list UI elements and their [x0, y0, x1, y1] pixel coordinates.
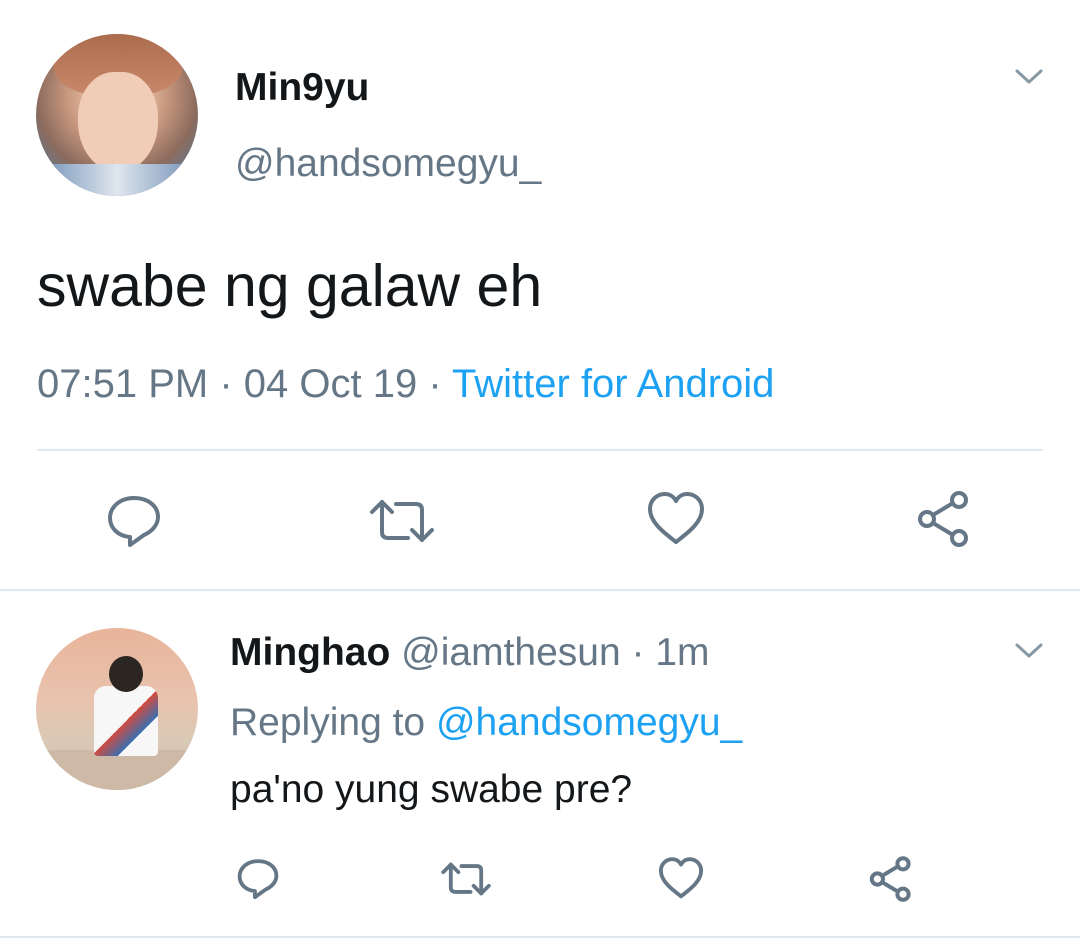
reply-author-display-name[interactable]: Minghao	[230, 631, 390, 674]
like-icon[interactable]	[645, 490, 707, 548]
reply-header: Minghao @iamthesun · 1m	[230, 631, 710, 675]
meta-separator: ·	[208, 362, 244, 406]
meta-separator: ·	[620, 631, 656, 674]
author-display-name[interactable]: Min9yu	[235, 66, 369, 110]
replying-to-label: Replying to	[230, 701, 436, 744]
author-handle[interactable]: @handsomegyu_	[235, 142, 541, 186]
tweet-source-link[interactable]: Twitter for Android	[452, 362, 774, 406]
like-icon[interactable]	[657, 856, 705, 901]
replying-to: Replying to @handsomegyu_	[230, 701, 742, 745]
divider	[37, 449, 1043, 451]
replying-to-mention[interactable]: @handsomegyu_	[436, 701, 742, 744]
retweet-icon[interactable]	[440, 860, 492, 898]
reply-icon[interactable]	[235, 855, 281, 901]
divider	[0, 936, 1080, 938]
chevron-down-icon[interactable]	[1014, 68, 1044, 86]
tweet-text: swabe ng galaw eh	[37, 253, 543, 319]
retweet-icon[interactable]	[368, 496, 436, 546]
divider	[0, 589, 1080, 591]
chevron-down-icon[interactable]	[1014, 642, 1044, 660]
tweet-meta: 07:51 PM · 04 Oct 19 · Twitter for Andro…	[37, 362, 774, 407]
meta-separator: ·	[417, 362, 453, 406]
reply-icon[interactable]	[104, 490, 164, 550]
share-icon[interactable]	[867, 854, 915, 904]
reply-time-ago: 1m	[655, 631, 710, 674]
share-icon[interactable]	[914, 488, 974, 550]
reply-author-handle[interactable]: @iamthesun	[401, 631, 621, 674]
tweet-time: 07:51 PM	[37, 362, 209, 406]
tweet-date: 04 Oct 19	[243, 362, 418, 406]
tweet-detail-page: Min9yu @handsomegyu_ swabe ng galaw eh 0…	[0, 0, 1080, 942]
avatar[interactable]	[36, 628, 198, 790]
avatar[interactable]	[36, 34, 198, 196]
reply-tweet-text: pa'no yung swabe pre?	[230, 768, 633, 811]
